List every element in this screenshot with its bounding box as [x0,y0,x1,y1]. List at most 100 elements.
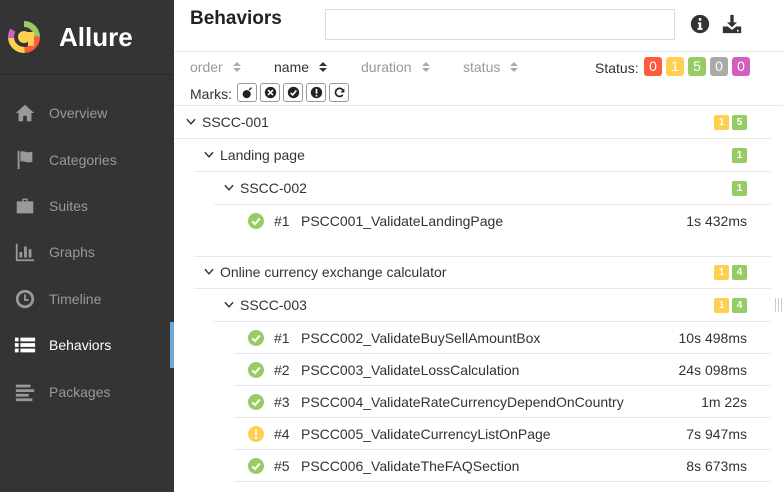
sort-duration[interactable]: duration [361,59,430,75]
mark-retries-toggle[interactable] [329,83,349,102]
test-row[interactable]: #4 PSCC005_ValidateCurrencyListOnPage 7s… [234,418,771,450]
align-left-icon [12,381,38,403]
sort-arrows-icon [510,62,519,72]
broken-status-icon [248,425,264,442]
status-skipped-toggle[interactable]: 0 [710,57,728,76]
exclamation-circle-icon [310,86,322,99]
test-name: PSCC004_ValidateRateCurrencyDependOnCoun… [301,393,624,410]
main-panel: Behaviors order name duration status Sta… [174,0,783,492]
passed-count: 1 [732,148,747,163]
list-icon [12,334,38,356]
group-stats: 1 4 [714,265,747,280]
home-icon [12,102,38,124]
sort-arrows-icon [232,62,241,72]
chevron-down-icon [204,150,214,160]
page-title: Behaviors [190,8,282,29]
status-filter-label: Status: [595,60,639,76]
group-stats: 1 [732,148,747,163]
sidebar-item-categories[interactable]: Categories [0,136,174,182]
group-stats: 1 [732,181,747,196]
marks-toggles [237,83,349,102]
times-circle-icon [264,86,276,99]
sidebar-item-graphs[interactable]: Graphs [0,229,174,275]
sort-order[interactable]: order [190,59,241,75]
allure-logo [8,21,40,53]
broken-count: 1 [714,115,729,130]
test-name: PSCC006_ValidateTheFAQSection [301,457,520,474]
scrollbar-grip[interactable] [773,280,783,330]
sort-name[interactable]: name [274,59,328,75]
group-name: Landing page [220,147,305,163]
download-icon[interactable] [722,14,742,34]
sort-status-label: status [463,59,501,75]
passed-count: 5 [732,115,747,130]
status-broken-toggle[interactable]: 1 [666,57,684,76]
sidebar-item-packages[interactable]: Packages [0,368,174,414]
brand[interactable]: Allure [0,0,174,75]
test-duration: 10s 498ms [678,330,747,346]
status-unknown-toggle[interactable]: 0 [732,57,750,76]
tree-group-epic[interactable]: SSCC-001 1 5 [174,106,771,139]
test-duration: 1m 22s [701,394,747,410]
passed-status-icon [248,329,264,346]
passed-status-icon [248,213,264,229]
tree-group-story[interactable]: SSCC-002 1 [214,172,771,205]
search-input[interactable] [325,9,675,40]
sort-arrows-icon [319,62,328,72]
flag-icon [12,149,38,171]
header: Behaviors [174,0,783,52]
test-row[interactable]: #1 PSCC002_ValidateBuySellAmountBox 10s … [234,322,771,354]
test-row[interactable]: #1 PSCC001_ValidateLandingPage 1s 432ms [234,205,771,237]
sort-status[interactable]: status [463,59,519,75]
mark-new-failed-toggle[interactable] [260,83,280,102]
sidebar-item-timeline[interactable]: Timeline [0,276,174,322]
chevron-down-icon [186,117,196,127]
info-icon[interactable] [690,14,710,34]
mark-new-broken-toggle[interactable] [306,83,326,102]
group-name: SSCC-003 [240,297,307,313]
sidebar-item-label: Behaviors [49,337,112,354]
marks-label: Marks: [190,86,232,102]
tree-group-story[interactable]: SSCC-003 1 4 [214,289,771,322]
tree-group-feature[interactable]: Landing page 1 [194,139,771,172]
passed-status-icon [248,457,264,474]
status-failed-toggle[interactable]: 0 [644,57,662,76]
test-row[interactable]: #5 PSCC006_ValidateTheFAQSection 8s 673m… [234,450,771,482]
test-name: PSCC003_ValidateLossCalculation [301,361,520,378]
passed-count: 4 [732,265,747,280]
status-passed-toggle[interactable]: 5 [688,57,706,76]
test-duration: 1s 432ms [686,213,747,229]
chevron-down-icon [224,300,234,310]
sidebar-item-suites[interactable]: Suites [0,183,174,229]
passed-count: 4 [732,298,747,313]
app-name: Allure [59,21,133,52]
group-name: Online currency exchange calculator [220,264,447,280]
group-name: SSCC-002 [240,180,307,196]
test-row[interactable]: #2 PSCC003_ValidateLossCalculation 24s 0… [234,354,771,386]
sidebar-item-label: Overview [49,105,108,122]
bomb-icon [242,87,252,99]
sidebar-item-overview[interactable]: Overview [0,90,174,136]
test-duration: 24s 098ms [678,362,747,378]
passed-status-icon [248,393,264,410]
sort-duration-label: duration [361,59,412,75]
chevron-down-icon [204,267,214,277]
test-number: #4 [274,425,290,442]
marks-bar: Marks: [174,80,783,106]
mark-new-passed-toggle[interactable] [283,83,303,102]
sort-order-label: order [190,59,223,75]
mark-flaky-toggle[interactable] [237,83,257,102]
status-filter: 0 1 5 0 0 [644,57,750,76]
tree-group-feature[interactable]: Online currency exchange calculator 1 4 [194,256,771,289]
test-row[interactable]: #3 PSCC004_ValidateRateCurrencyDependOnC… [234,386,771,418]
test-number: #1 [274,213,290,229]
clock-icon [12,288,38,310]
passed-status-icon [248,361,264,378]
bar-chart-icon [12,241,38,263]
sidebar-nav: Overview Categories Suites Graphs Timeli… [0,90,174,415]
sidebar-item-behaviors[interactable]: Behaviors [0,321,174,369]
test-name: PSCC002_ValidateBuySellAmountBox [301,329,541,346]
test-number: #5 [274,457,290,474]
group-stats: 1 5 [714,115,747,130]
group-stats: 1 4 [714,298,747,313]
